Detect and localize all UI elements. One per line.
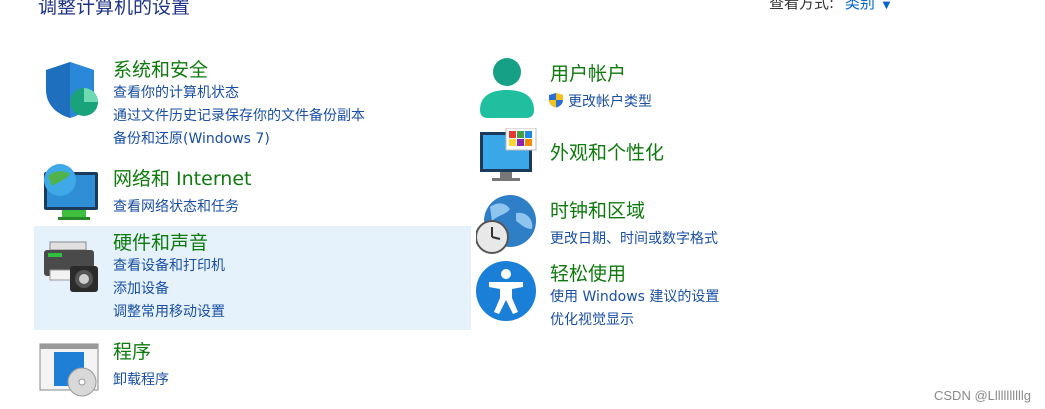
- user-accounts-title[interactable]: 用户帐户: [550, 59, 626, 86]
- clock-region-link-formats[interactable]: 更改日期、时间或数字格式: [550, 228, 718, 248]
- system-security-link-file-history[interactable]: 通过文件历史记录保存你的文件备份副本: [113, 105, 365, 125]
- programs-icon[interactable]: [38, 338, 102, 402]
- system-security-title[interactable]: 系统和安全: [113, 55, 208, 82]
- clock-region-title[interactable]: 时钟和区域: [550, 196, 645, 223]
- uac-shield-icon: [549, 93, 563, 108]
- user-accounts-link-label: 更改帐户类型: [568, 94, 652, 110]
- ease-of-access-link-visual[interactable]: 优化视觉显示: [550, 309, 634, 329]
- hardware-title[interactable]: 硬件和声音: [113, 228, 208, 255]
- view-by-dropdown[interactable]: 类别: [845, 0, 875, 12]
- hardware-link-mobility[interactable]: 调整常用移动设置: [113, 301, 225, 321]
- appearance-title[interactable]: 外观和个性化: [550, 138, 664, 165]
- hardware-link-add-device[interactable]: 添加设备: [113, 278, 169, 298]
- view-by: 查看方式: 类别 ▼: [769, 0, 890, 13]
- network-title[interactable]: 网络和 Internet: [113, 164, 251, 191]
- printer-icon[interactable]: [40, 236, 104, 300]
- watermark: CSDN @Lllllllllllg: [934, 388, 1031, 403]
- programs-link-uninstall[interactable]: 卸载程序: [113, 369, 169, 389]
- network-link-status[interactable]: 查看网络状态和任务: [113, 196, 239, 216]
- system-security-link-status[interactable]: 查看你的计算机状态: [113, 82, 239, 102]
- network-globe-icon[interactable]: [38, 160, 102, 224]
- user-accounts-link-change-type[interactable]: 更改帐户类型: [548, 91, 652, 111]
- accessibility-icon[interactable]: [475, 260, 539, 324]
- ease-of-access-link-recommended[interactable]: 使用 Windows 建议的设置: [550, 286, 719, 306]
- user-accounts-icon[interactable]: [476, 56, 540, 120]
- programs-title[interactable]: 程序: [113, 337, 151, 364]
- chevron-down-icon[interactable]: ▼: [883, 0, 891, 11]
- appearance-icon[interactable]: [478, 127, 542, 192]
- view-by-label: 查看方式:: [769, 0, 835, 12]
- shield-icon[interactable]: [40, 58, 104, 122]
- ease-of-access-title[interactable]: 轻松使用: [550, 259, 626, 286]
- hardware-link-devices[interactable]: 查看设备和打印机: [113, 255, 225, 275]
- page-title: 调整计算机的设置: [38, 0, 191, 18]
- clock-globe-icon[interactable]: [475, 193, 540, 257]
- system-security-link-backup[interactable]: 备份和还原(Windows 7): [113, 128, 270, 148]
